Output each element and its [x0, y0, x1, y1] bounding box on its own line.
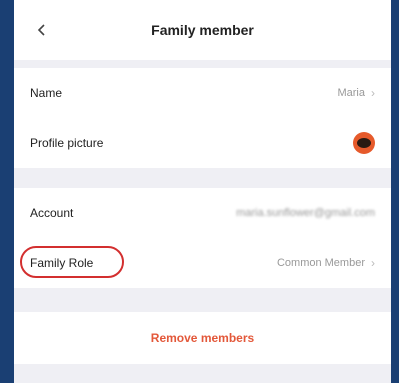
account-label: Account — [30, 206, 74, 220]
profile-section: Name Maria › Profile picture — [14, 68, 391, 168]
avatar-eye-icon — [357, 138, 371, 148]
name-value: Maria — [337, 87, 365, 99]
profile-picture-row[interactable]: Profile picture — [14, 118, 391, 168]
account-section: Account maria.sunflower@gmail.com Family… — [14, 188, 391, 288]
family-role-value: Common Member — [276, 257, 365, 269]
avatar[interactable] — [353, 132, 375, 154]
family-role-row[interactable]: Family Role Common Member › — [14, 238, 391, 288]
top-navbar: Family member — [14, 0, 391, 60]
profile-picture-label: Profile picture — [30, 136, 104, 150]
back-button[interactable] — [30, 18, 54, 42]
highlight-circle — [20, 246, 124, 278]
chevron-left-icon — [37, 24, 45, 36]
account-value: maria.sunflower@gmail.com — [236, 207, 375, 219]
name-value-wrap: Maria › — [337, 86, 375, 100]
family-role-value-wrap: Common Member › — [277, 256, 375, 270]
page-title: Family member — [151, 22, 254, 38]
remove-members-label: Remove members — [150, 331, 255, 345]
remove-members-button[interactable]: Remove members — [14, 312, 391, 364]
account-row: Account maria.sunflower@gmail.com — [14, 188, 391, 238]
name-row[interactable]: Name Maria › — [14, 68, 391, 118]
name-label: Name — [30, 86, 63, 100]
app-screen: Family member Name Maria › Profile pictu… — [14, 0, 391, 383]
chevron-right-icon: › — [371, 256, 375, 270]
chevron-right-icon: › — [371, 86, 375, 100]
